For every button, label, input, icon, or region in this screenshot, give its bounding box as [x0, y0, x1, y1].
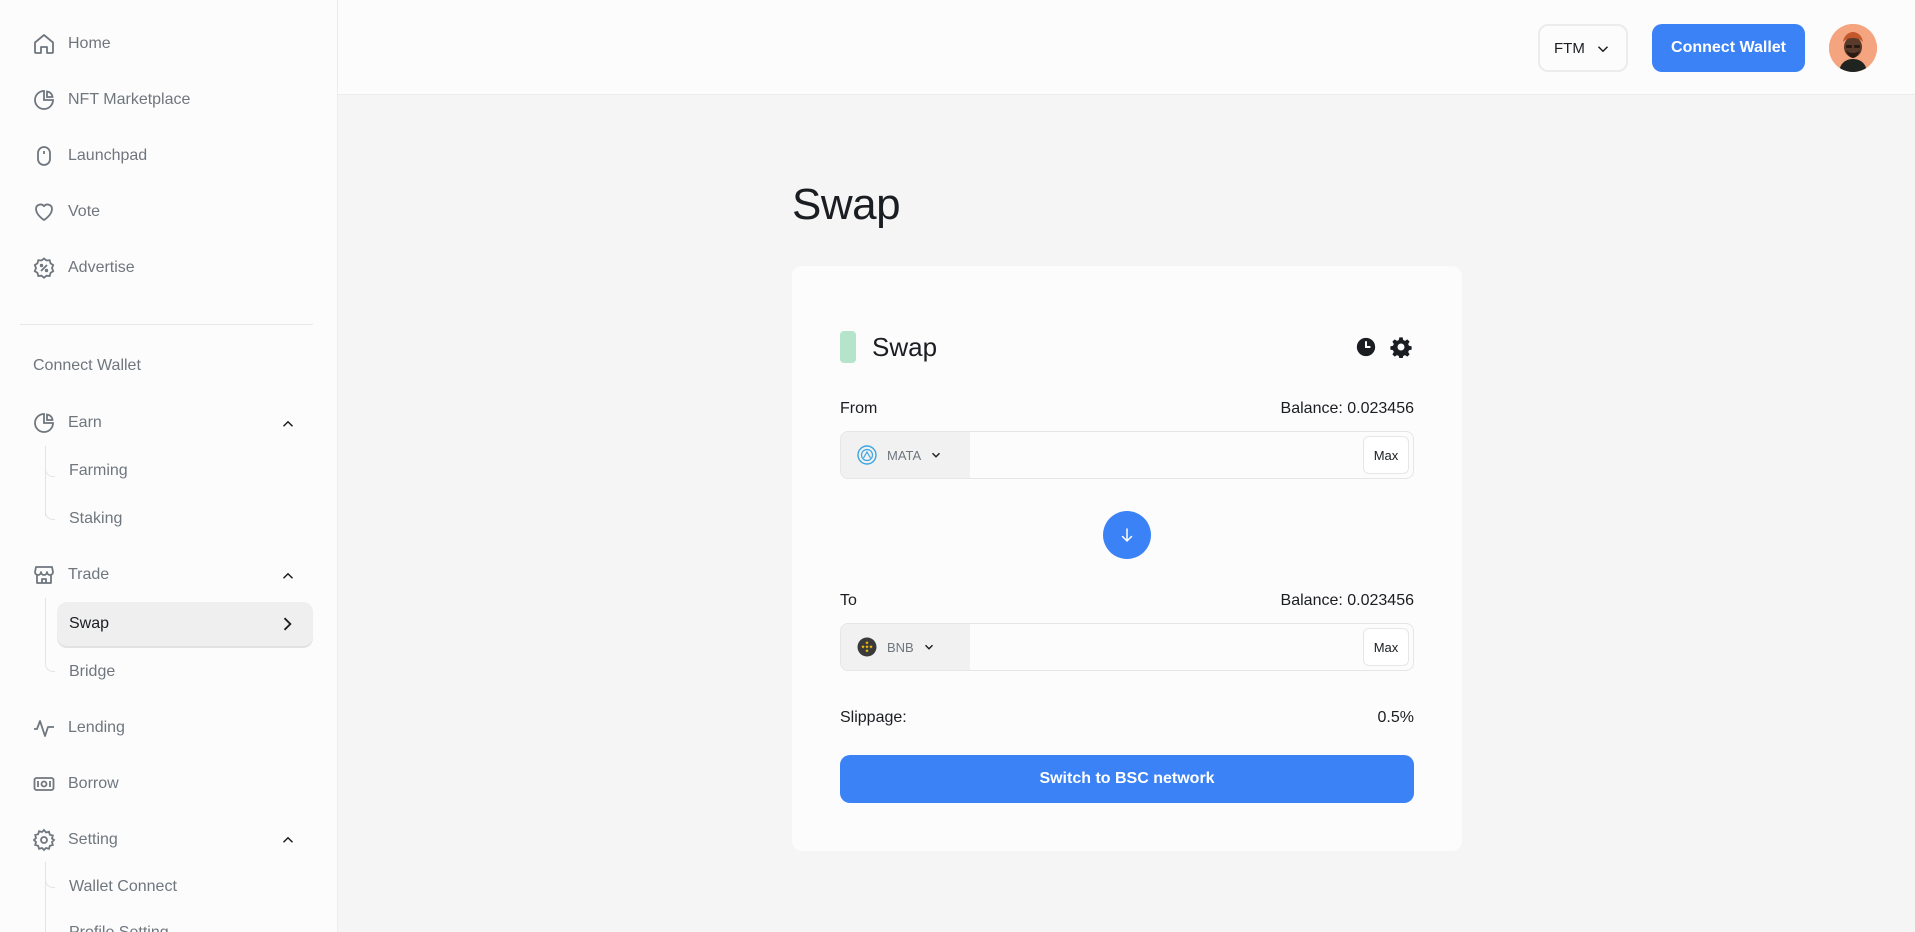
sidebar-item-label: Vote [68, 203, 101, 220]
sidebar-item-staking[interactable]: Staking [69, 507, 122, 531]
to-label: To [840, 592, 857, 609]
sidebar-item-borrow[interactable]: Borrow [32, 769, 119, 799]
gear-icon [32, 828, 56, 852]
from-amount-input[interactable] [972, 432, 1372, 478]
slippage-value: 0.5% [1377, 709, 1414, 726]
from-token-row: MATA Max [840, 431, 1414, 479]
from-balance: Balance: 0.023456 [1280, 400, 1414, 417]
sidebar-item-swap[interactable]: Swap [57, 602, 313, 646]
chevron-up-icon[interactable] [279, 831, 297, 849]
mouse-icon [32, 144, 56, 168]
card-title-tag [840, 331, 856, 363]
from-token-symbol: MATA [887, 447, 922, 463]
history-clock-icon[interactable] [1355, 336, 1377, 358]
slippage-label: Slippage: [840, 709, 907, 726]
chevron-up-icon[interactable] [279, 415, 297, 433]
user-portrait-icon [1829, 24, 1877, 72]
sidebar-tree-hook [45, 662, 55, 672]
sidebar-item-label: Advertise [68, 259, 135, 276]
sidebar-item-farming[interactable]: Farming [69, 459, 128, 483]
sidebar-tree-line [45, 862, 46, 932]
sidebar-tree-hook [45, 467, 55, 477]
sidebar-section-label[interactable]: Connect Wallet [33, 357, 141, 375]
pie-chart-icon [32, 411, 56, 435]
sidebar-item-label: Earn [68, 414, 102, 431]
bnb-token-icon [857, 637, 877, 657]
sidebar-tree-hook [45, 510, 55, 520]
to-max-button[interactable]: Max [1363, 628, 1409, 666]
swap-direction-button[interactable] [1103, 511, 1151, 559]
sidebar-item-label: Swap [69, 615, 110, 632]
from-label: From [840, 400, 878, 417]
chevron-right-icon [283, 617, 292, 631]
network-value: FTM [1554, 39, 1585, 57]
pie-chart-icon [32, 88, 56, 112]
to-amount-input[interactable] [972, 624, 1372, 670]
activity-icon [32, 716, 56, 740]
sidebar-item-label: Launchpad [68, 147, 148, 164]
sidebar-item-launchpad[interactable]: Launchpad [32, 141, 147, 171]
sidebar-item-setting[interactable]: Setting [32, 825, 118, 855]
sidebar-item-earn[interactable]: Earn [32, 408, 102, 438]
store-icon [32, 563, 56, 587]
to-token-row: BNB Max [840, 623, 1414, 671]
sidebar-tree-hook [45, 878, 55, 888]
chevron-up-icon[interactable] [279, 567, 297, 585]
sidebar-item-label: Trade [68, 566, 110, 583]
sidebar-item-home[interactable]: Home [32, 29, 111, 59]
home-icon [32, 32, 56, 56]
sidebar-item-label: Borrow [68, 775, 119, 792]
sidebar-item-bridge[interactable]: Bridge [69, 660, 115, 684]
network-select[interactable]: FTM [1538, 24, 1628, 72]
sidebar-item-advertise[interactable]: Advertise [32, 253, 135, 283]
sidebar-tree-line [45, 598, 46, 662]
settings-gear-icon[interactable] [1390, 336, 1412, 358]
sidebar-item-label: NFT Marketplace [68, 91, 191, 108]
chevron-down-icon [924, 644, 933, 650]
switch-network-button[interactable]: Switch to BSC network [840, 755, 1414, 803]
sidebar-item-profile-setting[interactable]: Profile Setting [69, 921, 169, 932]
from-token-select[interactable]: MATA [841, 432, 970, 478]
chevron-down-icon [932, 452, 941, 458]
sidebar-item-trade[interactable]: Trade [32, 560, 109, 590]
mata-token-icon [857, 445, 877, 465]
sidebar-divider [20, 324, 313, 325]
sidebar-item-label: Home [68, 35, 111, 52]
connect-wallet-button[interactable]: Connect Wallet [1652, 24, 1805, 72]
heart-icon [32, 200, 56, 224]
sidebar: Home NFT Marketplace Launchpad Vote Adve… [0, 0, 338, 932]
to-balance: Balance: 0.023456 [1280, 592, 1414, 609]
from-max-button[interactable]: Max [1363, 436, 1409, 474]
sidebar-tree-line [45, 446, 46, 516]
avatar[interactable] [1829, 24, 1877, 72]
swap-card: Swap From Balance: 0.023456 MATA Max To … [792, 266, 1462, 851]
sidebar-item-vote[interactable]: Vote [32, 197, 100, 227]
sidebar-item-lending[interactable]: Lending [32, 713, 125, 743]
sidebar-item-wallet-connect[interactable]: Wallet Connect [69, 875, 177, 899]
page-title: Swap [792, 180, 901, 229]
to-token-symbol: BNB [887, 639, 914, 655]
chevron-down-icon [1597, 46, 1609, 53]
ticket-icon [32, 772, 56, 796]
to-token-select[interactable]: BNB [841, 624, 970, 670]
sidebar-item-label: Setting [68, 831, 118, 848]
card-title: Swap [872, 332, 938, 362]
sidebar-item-nft-marketplace[interactable]: NFT Marketplace [32, 85, 190, 115]
arrow-down-icon [1121, 528, 1133, 543]
sidebar-item-label: Lending [68, 719, 125, 736]
discount-badge-icon [32, 256, 56, 280]
